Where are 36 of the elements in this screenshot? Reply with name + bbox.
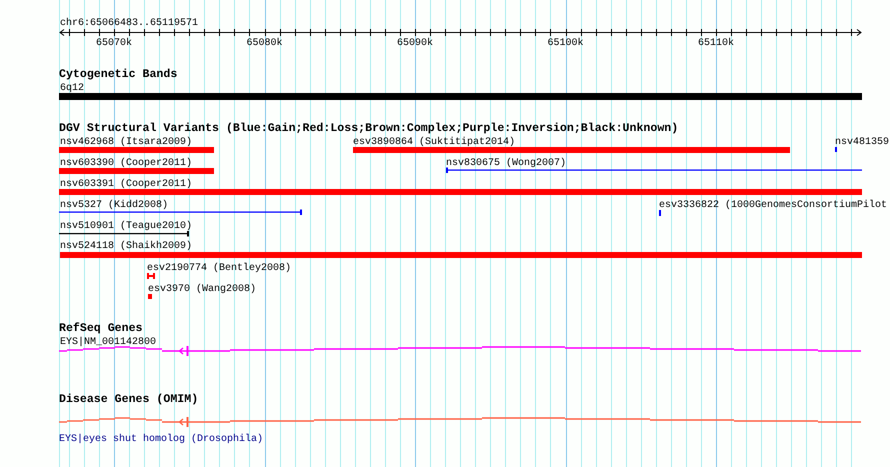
variant-label[interactable]: nsv524118 (Shaikh2009) [60,241,192,252]
variant-bar[interactable] [353,147,790,153]
tick-label: 65090k [397,38,433,49]
gene-label[interactable]: EYS|eyes shut homolog (Drosophila) [59,434,264,445]
track-title: Disease Genes (OMIM) [59,393,198,406]
gene-label[interactable]: EYS|NM_001142800 [60,337,156,348]
variant-label[interactable]: nsv603391 (Cooper2011) [60,179,192,190]
variant-label[interactable]: esv3336822 (1000GenomesConsortiumPilot [659,200,888,211]
band-label: 6q12 [60,83,84,94]
variant-bar[interactable] [59,168,214,174]
variant-label[interactable]: nsv603390 (Cooper2011) [60,158,192,169]
variant-bar[interactable] [60,252,862,258]
variant-bar[interactable] [59,147,214,153]
variant-mark[interactable] [147,273,155,279]
variant-label[interactable]: nsv481359 [835,137,890,148]
variant-label[interactable]: esv2190774 (Bentley2008) [147,263,292,274]
gene-model-drawing[interactable] [59,346,861,356]
tick-label: 65080k [246,38,282,49]
variant-label[interactable]: nsv5327 (Kidd2008) [60,200,168,211]
variant-label[interactable]: esv3970 (Wang2008) [148,284,256,295]
variant-line[interactable] [59,210,302,215]
variant-label[interactable]: nsv510901 (Teague2010) [60,221,192,232]
variant-label[interactable]: nsv830675 (Wong2007) [446,158,566,169]
track-title: RefSeq Genes [59,322,142,335]
gene-model-drawing[interactable] [59,417,861,427]
variant-bar[interactable] [59,189,862,195]
variant-line[interactable] [446,168,862,173]
tick-label: 65070k [96,38,132,49]
variant-line[interactable] [59,231,189,236]
track-title: DGV Structural Variants (Blue:Gain;Red:Loss;Brown:Complex;Purple:Inversion;Black:Unknown) [59,122,678,135]
region-label: chr6:65066483..65119571 [60,18,198,29]
track-title: Cytogenetic Bands [59,68,178,81]
tick-label: 65110k [698,38,734,49]
variant-label[interactable]: esv3890864 (Suktitipat2014) [353,137,516,148]
tick-label: 65100k [548,38,584,49]
variant-label[interactable]: nsv462968 (Itsara2009) [60,137,192,148]
